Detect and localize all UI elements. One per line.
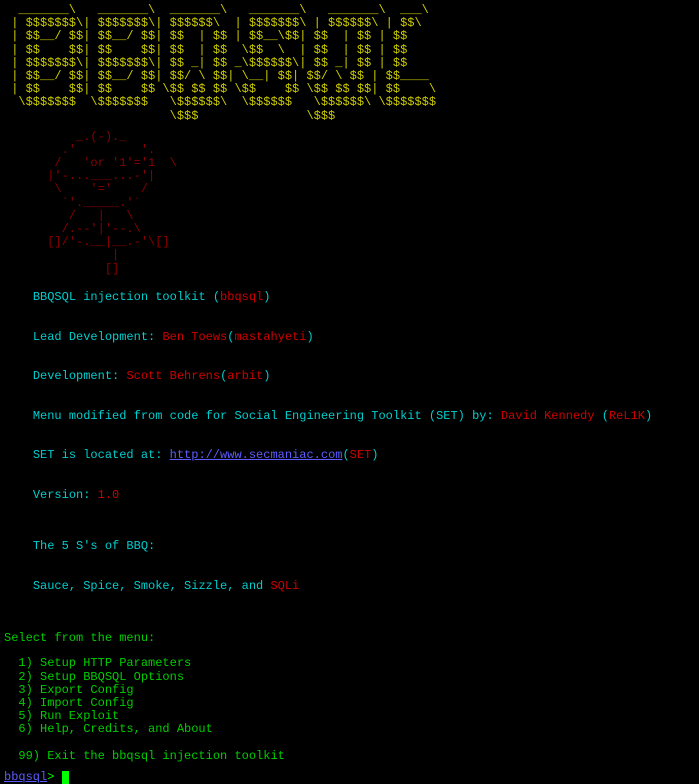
toolkit-name: bbqsql	[220, 290, 263, 304]
menu-item[interactable]: 99) Exit the bbqsql injection toolkit	[4, 750, 695, 763]
lead-dev-label: Lead Development:	[33, 330, 163, 344]
menu-list: 1) Setup HTTP Parameters 2) Setup BBQSQL…	[4, 657, 695, 763]
toolkit-label: BBQSQL injection toolkit (	[33, 290, 220, 304]
dev-handle: arbit	[227, 369, 263, 383]
ascii-banner: _______\ _______\ _______\ _______\ ____…	[4, 4, 695, 123]
menu-item[interactable]: 2) Setup BBQSQL Options	[4, 671, 695, 684]
bbq-sqli: SQLi	[270, 579, 299, 593]
menu-credit-handle: ReL1K	[609, 409, 645, 423]
info-block: BBQSQL injection toolkit (bbqsql) Lead D…	[4, 278, 695, 607]
menu-item[interactable]: 5) Run Exploit	[4, 710, 695, 723]
dev-label: Development:	[33, 369, 127, 383]
lead-dev-name: Ben Toews	[162, 330, 227, 344]
lead-dev-handle: mastahyeti	[234, 330, 306, 344]
prompt-line[interactable]: bbqsql>	[4, 771, 695, 784]
menu-credit-name: David Kennedy	[501, 409, 595, 423]
prompt-sep: >	[47, 770, 61, 784]
menu-item[interactable]: 3) Export Config	[4, 684, 695, 697]
dev-name: Scott Behrens	[126, 369, 220, 383]
ascii-grill: _.(-)._ .' '. / 'or '1'='1 \ |'-...___..…	[4, 131, 695, 276]
menu-item[interactable]: 1) Setup HTTP Parameters	[4, 657, 695, 670]
menu-credit-label: Menu modified from code for Social Engin…	[33, 409, 501, 423]
menu-item[interactable]: 4) Import Config	[4, 697, 695, 710]
menu-item[interactable]: 6) Help, Credits, and About	[4, 723, 695, 736]
set-location-label: SET is located at:	[33, 448, 170, 462]
menu-item	[4, 737, 695, 750]
version-label: Version:	[33, 488, 98, 502]
version-value: 1.0	[98, 488, 120, 502]
cursor-icon	[62, 771, 69, 784]
set-location-link[interactable]: http://www.secmaniac.com	[170, 448, 343, 462]
prompt-label: bbqsql	[4, 770, 47, 784]
bbq-list: Sauce, Spice, Smoke, Sizzle, and	[33, 579, 271, 593]
bbq-header: The 5 S's of BBQ:	[33, 539, 155, 553]
